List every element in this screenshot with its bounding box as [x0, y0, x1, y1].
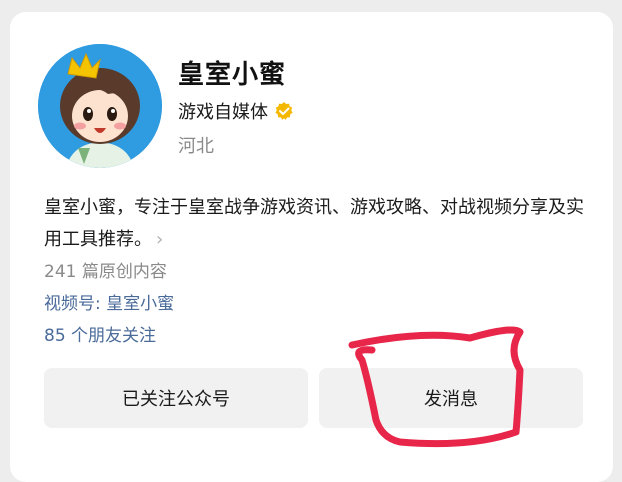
- verified-badge-icon: [274, 101, 294, 121]
- avatar-illustration: [38, 44, 162, 168]
- region-label: 河北: [178, 136, 214, 157]
- description-text: 皇室小蜜，专注于皇室战争游戏资讯、游戏攻略、对战视频分享及实用工具推荐。: [44, 197, 584, 250]
- chevron-right-icon: ›: [156, 229, 164, 250]
- account-type: 游戏自媒体: [178, 102, 268, 123]
- account-type-row: 游戏自媒体: [178, 98, 294, 124]
- video-channel-link[interactable]: 视频号: 皇室小蜜: [44, 289, 174, 314]
- profile-card: 皇室小蜜 游戏自媒体 河北 皇室小蜜，专注于皇室战争游戏资讯、游戏攻略、对战视频…: [10, 12, 613, 482]
- followed-official-account-button[interactable]: 已关注公众号: [44, 368, 308, 428]
- account-name: 皇室小蜜: [178, 60, 287, 90]
- friends-following-link[interactable]: 85 个朋友关注: [44, 321, 156, 346]
- account-description[interactable]: 皇室小蜜，专注于皇室战争游戏资讯、游戏攻略、对战视频分享及实用工具推荐。 ›: [44, 192, 594, 256]
- original-articles-count[interactable]: 241 篇原创内容: [44, 257, 167, 282]
- avatar[interactable]: [38, 44, 162, 168]
- send-message-button[interactable]: 发消息: [319, 368, 583, 428]
